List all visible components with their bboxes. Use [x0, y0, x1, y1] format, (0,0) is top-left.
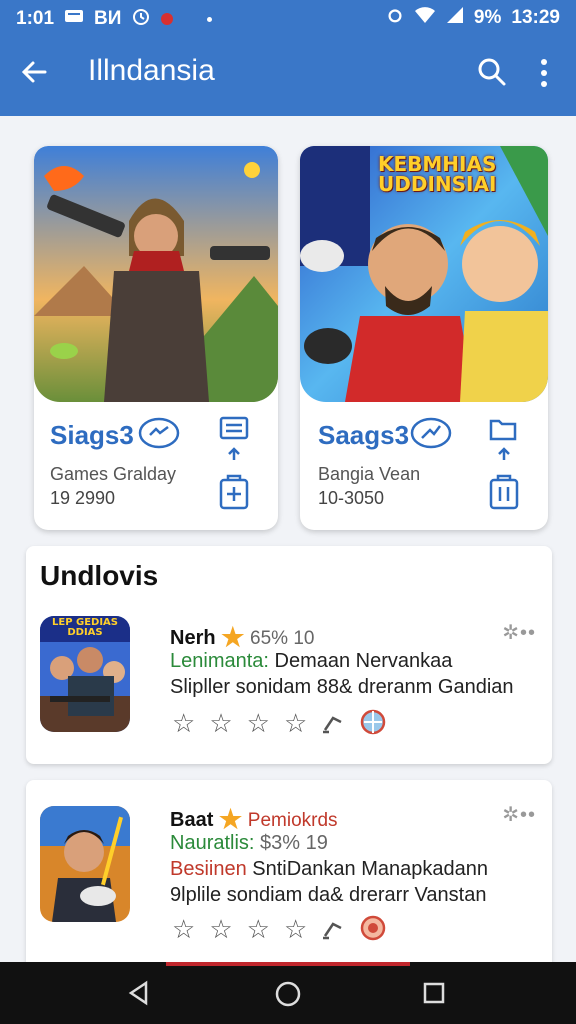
card-title-2: Saags3	[318, 420, 410, 450]
item-line2-2: Besiinen SntiDankan Manapkadann	[170, 858, 488, 881]
item-line1-rest-2: $3% 19	[254, 832, 328, 854]
star-outline-icon[interactable]: ☆	[209, 914, 232, 949]
system-navigation-bar	[0, 962, 576, 1024]
add-to-library-icon[interactable]	[218, 472, 250, 515]
nav-back-icon[interactable]	[126, 980, 152, 1011]
arrow-up-icon	[226, 446, 242, 467]
artwork-banner-title: KEBMHIAS UDDINSIAI	[378, 152, 497, 196]
item-more-icon-2[interactable]: ✲••	[502, 802, 536, 827]
item-thumbnail-1[interactable]: LEP GEDIAS DDIAS	[40, 616, 130, 732]
rate-stars-1[interactable]: ☆ ☆ ☆ ☆	[172, 708, 387, 743]
thumbnail-label-1: LEP GEDIAS DDIAS	[51, 617, 118, 638]
card-subtitle-2: Bangia Vean	[318, 464, 421, 484]
item-meta-2: Pemiokrds	[247, 810, 338, 831]
item-line1-prefix-1: Lenimanta:	[170, 650, 269, 672]
game-artwork-1	[34, 146, 278, 402]
nav-home-icon[interactable]	[274, 980, 302, 1013]
back-arrow-icon[interactable]	[18, 56, 50, 88]
scroll-indicator	[166, 962, 410, 966]
nav-recents-icon[interactable]	[422, 981, 446, 1010]
globe-badge-icon[interactable]	[359, 708, 387, 743]
battery-level: 9%	[473, 7, 502, 28]
status-bar: 1:01 BИ 9% 13:29	[0, 0, 576, 34]
star-outline-icon[interactable]: ☆	[247, 914, 270, 949]
status-carrier: BИ	[94, 8, 122, 29]
controller-badge-icon[interactable]	[138, 416, 180, 455]
delete-icon[interactable]	[488, 472, 520, 515]
list-item-card-2: Baat ★ Pemiokrds ✲•• Nauratlis: $3% 19 B…	[26, 780, 552, 970]
item-line1-prefix-2: Nauratlis:	[170, 832, 255, 854]
arrow-up-icon-2	[496, 446, 512, 467]
record-indicator-icon	[161, 13, 174, 25]
search-icon[interactable]	[474, 54, 510, 90]
folder-icon[interactable]	[488, 416, 518, 447]
alarm-icon	[131, 6, 151, 32]
card-count-1: 19 2990	[50, 488, 116, 508]
featured-card-1[interactable]: Siags3 Games Gralday 19 2990	[34, 146, 278, 530]
overflow-menu-icon[interactable]	[532, 56, 556, 90]
item-line2-rest-2: SntiDankan Manapkadann	[246, 858, 488, 880]
item-name-2: Baat ★ Pemiokrds	[170, 802, 338, 834]
item-more-icon-1[interactable]: ✲••	[502, 620, 536, 645]
status-time-left: 1:01	[16, 8, 55, 29]
signal-icon	[446, 6, 464, 30]
item-title-1: Nerh	[170, 627, 216, 649]
item-meta-1: 65% 10	[250, 628, 315, 649]
message-icon	[64, 8, 84, 30]
star-rating-icon: ★	[221, 622, 245, 652]
app-header: 1:01 BИ 9% 13:29 Illndansia	[0, 0, 576, 116]
list-section: Undlovis LEP GEDIAS DDIAS Nerh ★ 65% 10 …	[26, 546, 552, 764]
star-outline-icon[interactable]: ☆	[209, 708, 232, 743]
star-outline-icon[interactable]: ☆	[247, 708, 270, 743]
section-title: Undlovis	[40, 560, 159, 591]
star-outline-icon[interactable]: ☆	[284, 914, 307, 949]
share-icon[interactable]	[321, 708, 345, 743]
wifi-icon	[414, 6, 436, 30]
item-line3-2: 9lplile sondiam da& drerarr Vanstan	[170, 884, 487, 906]
controller-badge-icon-2[interactable]	[410, 416, 452, 455]
card-subtitle-1: Games Gralday	[50, 464, 177, 484]
record-badge-icon[interactable]	[359, 914, 387, 949]
featured-card-2[interactable]: KEBMHIAS UDDINSIAI Saags3 Bangia Vean 10…	[300, 146, 548, 530]
card-count-2: 10-3050	[318, 488, 385, 508]
notification-dot-icon	[207, 16, 213, 22]
game-artwork-2: KEBMHIAS UDDINSIAI	[300, 146, 548, 402]
star-rating-icon-2: ★	[218, 804, 243, 834]
share-icon[interactable]	[321, 914, 345, 949]
star-outline-icon[interactable]: ☆	[284, 708, 307, 743]
item-line2-1: Slipller sonidam 88& dreranm Gandian	[170, 676, 514, 698]
item-title-2: Baat	[170, 809, 214, 831]
item-line2-prefix-2: Besiinen	[170, 858, 247, 880]
alarm-icon-right	[386, 6, 404, 30]
item-line1-rest-1: Demaan Nervankaa	[268, 650, 453, 672]
item-line1-1: Lenimanta: Demaan Nervankaa	[170, 650, 452, 673]
status-time-right: 13:29	[511, 7, 560, 28]
page-title: Illndansia	[88, 54, 215, 87]
item-thumbnail-2[interactable]	[40, 806, 130, 922]
star-outline-icon[interactable]: ☆	[172, 914, 195, 949]
notes-icon[interactable]	[218, 416, 250, 449]
item-name-1: Nerh ★ 65% 10	[170, 620, 315, 652]
item-line1-2: Nauratlis: $3% 19	[170, 832, 328, 855]
star-outline-icon[interactable]: ☆	[172, 708, 195, 743]
card-title-1: Siags3	[50, 420, 134, 450]
rate-stars-2[interactable]: ☆ ☆ ☆ ☆	[172, 914, 387, 949]
